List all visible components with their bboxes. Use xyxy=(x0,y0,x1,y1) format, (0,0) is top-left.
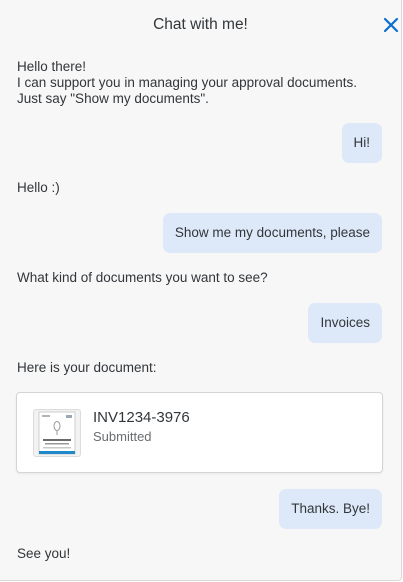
user-message: Thanks. Bye! xyxy=(279,489,382,529)
greeting-line-2: I can support you in managing your appro… xyxy=(17,75,357,90)
document-id: INV1234-3976 xyxy=(93,409,190,426)
bot-message: Here is your document: xyxy=(17,360,157,375)
invoice-thumbnail-icon xyxy=(33,409,81,457)
user-message: Hi! xyxy=(341,123,382,163)
chat-header: Chat with me! xyxy=(0,0,401,50)
greeting-line-1: Hello there! xyxy=(17,59,87,74)
user-message: Show me my documents, please xyxy=(162,213,382,253)
chat-title: Chat with me! xyxy=(153,16,248,33)
bot-message: See you! xyxy=(17,546,71,561)
bot-message-greeting: Hello there! I can support you in managi… xyxy=(17,59,357,107)
document-card[interactable]: INV1234-3976 Submitted xyxy=(16,392,383,473)
user-message: Invoices xyxy=(308,303,382,343)
bot-message: What kind of documents you want to see? xyxy=(17,270,268,285)
close-icon[interactable] xyxy=(382,16,400,34)
chat-window: Chat with me! Hello there! I can support… xyxy=(0,0,402,581)
greeting-line-3: Just say "Show my documents". xyxy=(17,91,209,106)
document-status: Submitted xyxy=(93,429,152,444)
bot-message: Hello :) xyxy=(17,180,60,195)
